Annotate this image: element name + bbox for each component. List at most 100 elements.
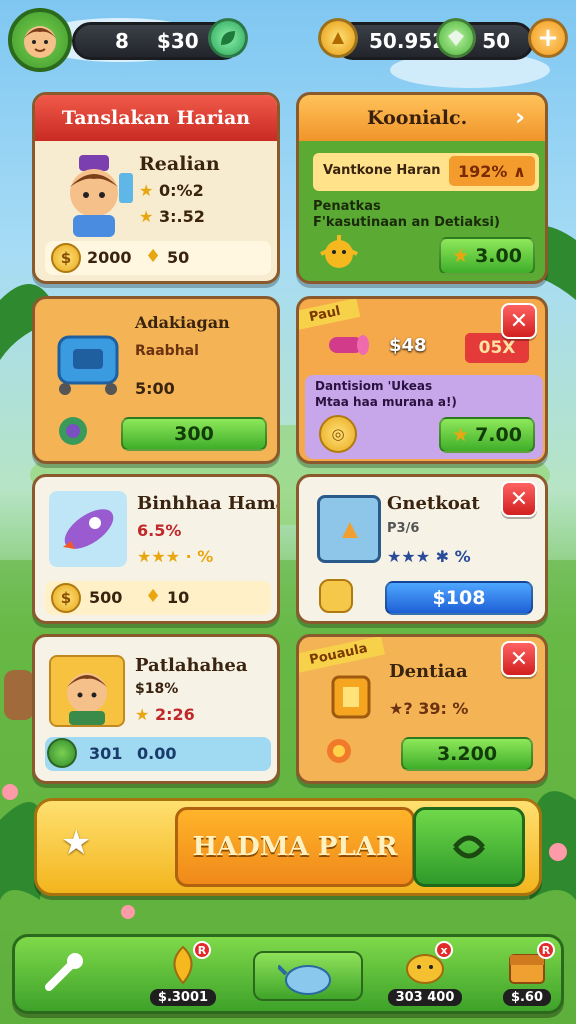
gnetkoat-name: Gnetkoat	[387, 493, 480, 514]
daily-stat1: 0:%2	[159, 181, 204, 200]
currency-pill: 50.952 50	[334, 22, 534, 60]
flower-creature-icon	[327, 739, 351, 763]
portrait-frame	[49, 655, 125, 727]
drop-icon: ♦	[145, 246, 162, 267]
special-offer-card[interactable]: Koonialc. › Vantkone Haran 192% ∧ Penatk…	[296, 92, 548, 284]
binhhaa-rating: ★★★ · %	[137, 547, 214, 566]
star-icon: ★	[135, 705, 150, 724]
nav-item-tools[interactable]	[25, 943, 105, 1009]
nav-gem-badge: R	[193, 941, 211, 959]
top-bar: 8 $30 50.952 50 +	[8, 8, 568, 72]
star-icon: ★	[139, 181, 154, 200]
nav-pet-badge: x	[435, 941, 453, 959]
patlahahea-name: Patlahahea	[135, 655, 248, 676]
player-avatar[interactable]	[8, 8, 72, 72]
device-icon	[317, 495, 381, 563]
dentiaa-name: Dentiaa	[389, 661, 468, 682]
nav-chest-badge: R	[537, 941, 555, 959]
kettle-icon	[278, 964, 331, 995]
binhhaa-reward-bar: $ 500 ♦ 10	[45, 581, 271, 615]
adakiagan-sub: Raabhal	[135, 343, 199, 359]
character-face-icon	[24, 26, 56, 58]
binhhaa-card[interactable]: Binhhaa Hamar 6.5% ★★★ · % $ 500 ♦ 10	[32, 474, 280, 624]
nav-item-chest[interactable]: $.60 R	[487, 941, 567, 1009]
chevron-right-icon[interactable]: ›	[515, 103, 525, 131]
binhhaa-image-frame	[49, 491, 127, 567]
nav-item-kettle[interactable]	[253, 943, 363, 1009]
special-buy-button[interactable]: ★ 3.00	[439, 237, 535, 275]
star-icon: ★	[61, 823, 92, 863]
refresh-button[interactable]	[413, 807, 525, 887]
play-button[interactable]: HADMA PLAR	[175, 807, 415, 887]
promo-buy-button[interactable]: ★ 7.00	[439, 417, 535, 453]
lantern-icon	[331, 675, 371, 719]
patlahahea-bar: 301 0.00	[45, 737, 271, 771]
gnetkoat-card[interactable]: Gnetkoat P3/6 ★★★ ✱ % $108 ✕	[296, 474, 548, 624]
daily-stat2: 3:.52	[159, 207, 205, 226]
medal-coin-icon: ◎	[319, 415, 357, 453]
special-bar-value: 192% ∧	[449, 156, 535, 186]
gnetkoat-rating: ★★★ ✱ %	[387, 547, 471, 566]
leaf-icon[interactable]	[208, 18, 248, 58]
promo-desc-1: Dantisiom 'Ukeas	[315, 379, 433, 393]
refresh-icon	[453, 835, 485, 859]
bottom-nav: $.3001 R 303 400 x $.60 R	[12, 934, 564, 1014]
machine-icon	[57, 335, 119, 395]
green-coin-icon	[47, 738, 77, 768]
daily-title: Tanslakan Harian	[61, 107, 251, 129]
hexagon-coin-icon	[319, 579, 353, 613]
daily-reward-bar: $ 2000 ♦ 50	[45, 241, 271, 275]
drop-icon: ♦	[145, 586, 162, 607]
turtle-icon	[59, 417, 87, 445]
nav-item-pet[interactable]: 303 400 x	[385, 941, 465, 1009]
promo-close-button[interactable]: ✕	[501, 303, 537, 339]
patlahahea-card[interactable]: Patlahahea $18% ★ 2:26 301 0.00	[32, 634, 280, 784]
gnetkoat-price: $108	[432, 587, 486, 609]
coin-icon: $	[51, 583, 81, 613]
special-desc-2: F'kasutinaan an Detiaksi)	[313, 215, 500, 230]
star-icon: ★	[139, 207, 154, 226]
gold-coin-icon	[318, 18, 358, 58]
coin-icon: $	[51, 243, 81, 273]
dentiaa-rating: ★? 39: %	[389, 699, 469, 718]
gold-value: 50.952	[369, 29, 447, 53]
dentiaa-buy-button[interactable]: 3.200	[401, 737, 533, 771]
promo-card[interactable]: Paul $48 05X Dantisiom 'Ukeas Mtaa haa m…	[296, 296, 548, 464]
rocket-icon	[63, 509, 114, 549]
adakiagan-price: 300	[174, 423, 214, 445]
adakiagan-time: 5:00	[135, 379, 175, 398]
binhhaa-drop-value: 10	[167, 588, 190, 607]
patlahahea-pct: $18%	[135, 681, 179, 697]
adakiagan-card[interactable]: Adakiagan Raabhal 5:00 300	[32, 296, 280, 464]
close-icon: ✕	[509, 486, 529, 512]
binhhaa-pct: 6.5%	[137, 521, 182, 540]
level-value: 8	[115, 29, 129, 53]
promo-price: $48	[389, 335, 427, 356]
nav-item-gem[interactable]: $.3001 R	[143, 941, 223, 1009]
nav-pet-label: 303 400	[387, 989, 463, 1006]
special-desc-1: Penatkas	[313, 199, 381, 214]
dentiaa-close-button[interactable]: ✕	[501, 641, 537, 677]
special-header: Koonialc. ›	[299, 95, 545, 141]
gems-value: 50	[482, 29, 511, 53]
nav-gem-label: $.3001	[149, 989, 217, 1006]
binhhaa-coin-value: 500	[89, 588, 123, 607]
gnetkoat-buy-button[interactable]: $108	[385, 581, 533, 615]
daily-task-card[interactable]: Tanslakan Harian Realian ★ 0:%2 ★ 3:.52 …	[32, 92, 280, 284]
binhhaa-name: Binhhaa Hamar	[137, 493, 277, 514]
dentiaa-card[interactable]: Pouaula Dentiaa ★? 39: % 3.200 ✕	[296, 634, 548, 784]
close-icon: ✕	[509, 308, 529, 334]
wand-icon	[329, 335, 369, 355]
star-icon: ★	[452, 245, 470, 267]
special-title: Koonialc.	[367, 107, 468, 129]
tools-icon	[45, 953, 83, 991]
promo-buy-price: 7.00	[475, 424, 522, 446]
special-price: 3.00	[475, 245, 522, 267]
adakiagan-button[interactable]: 300	[121, 417, 267, 451]
character-face-icon	[67, 673, 107, 725]
gnetkoat-close-button[interactable]: ✕	[501, 481, 537, 517]
close-icon: ✕	[509, 646, 529, 672]
daily-header: Tanslakan Harian	[35, 95, 277, 141]
add-currency-button[interactable]: +	[528, 18, 568, 58]
character-icon	[70, 155, 133, 237]
